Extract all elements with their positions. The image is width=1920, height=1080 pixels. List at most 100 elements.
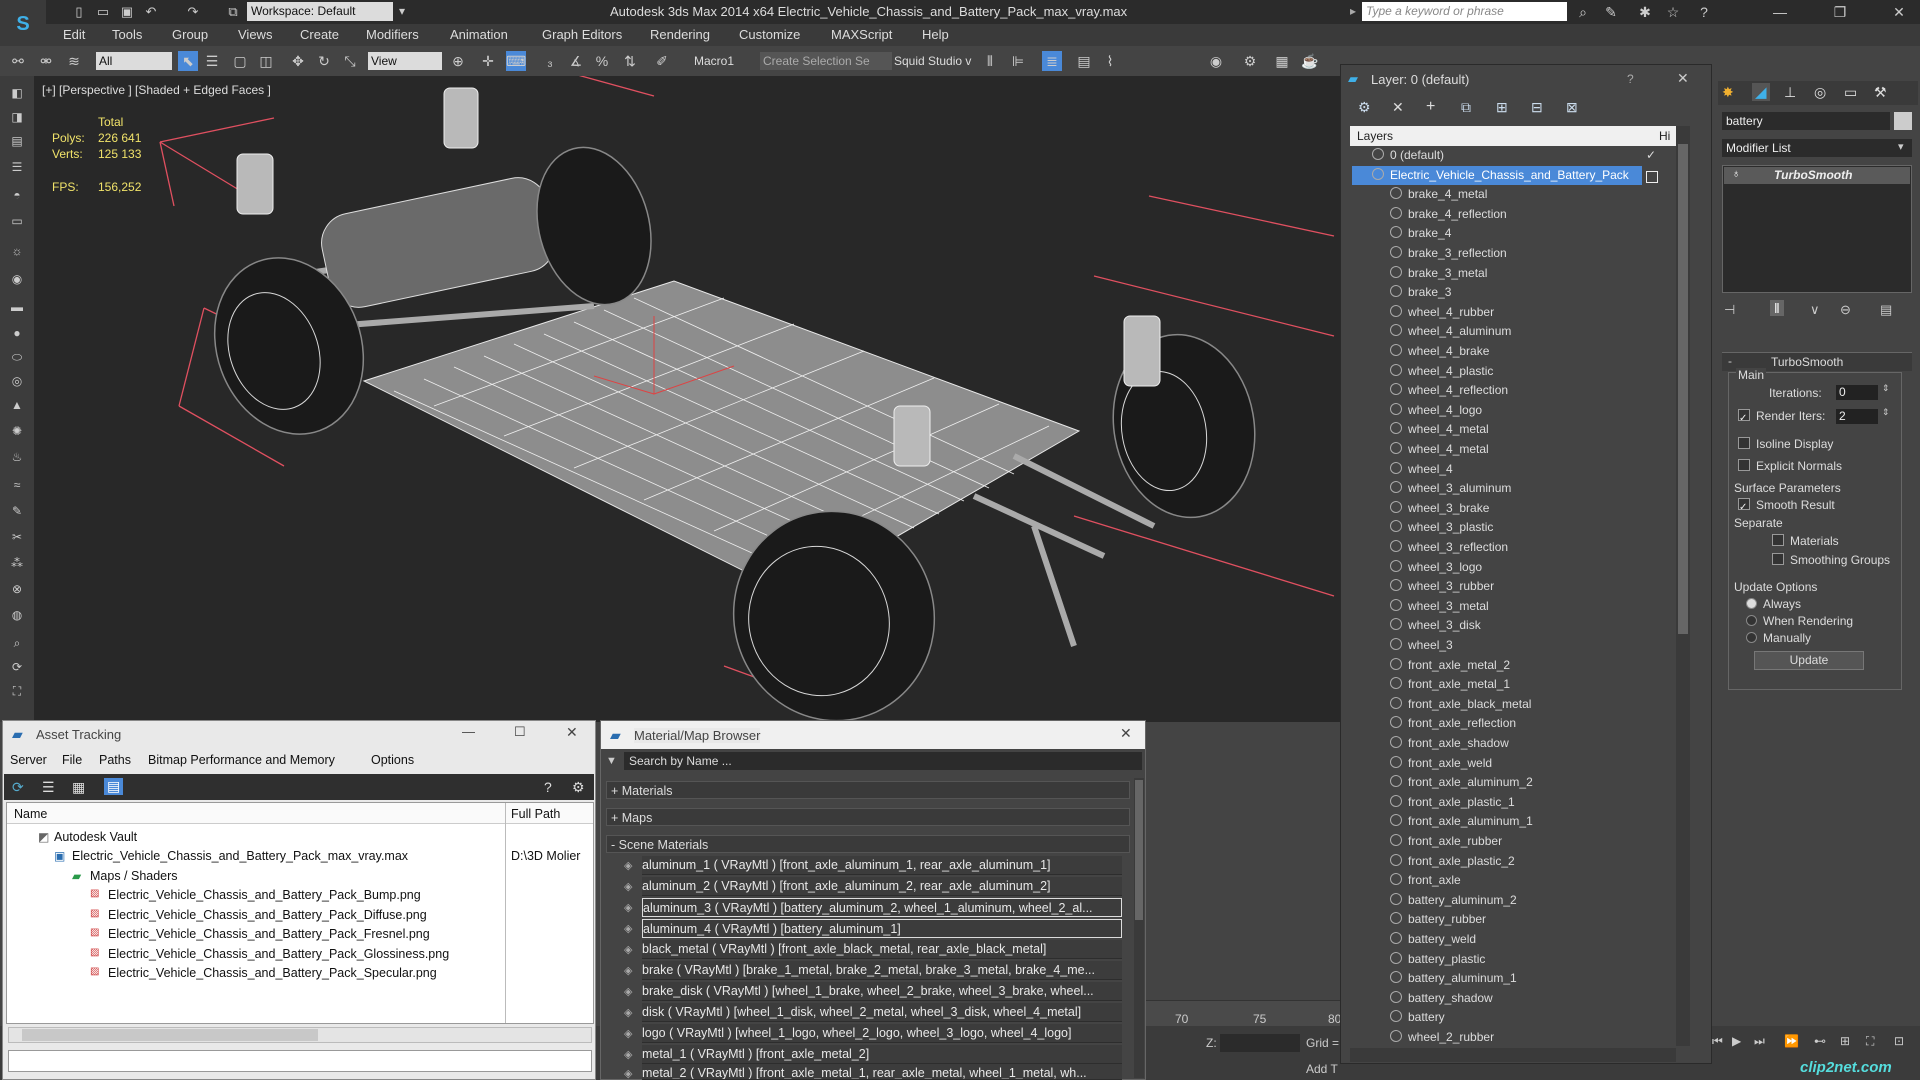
layer-close-icon[interactable]: ✕ [1677,70,1689,87]
layer-object-row[interactable]: wheel_3_reflection [1350,538,1672,557]
layer-object-row[interactable]: wheel_4_metal [1350,420,1672,439]
layer-object-row[interactable]: front_axle_aluminum_2 [1350,773,1672,792]
menu-customize[interactable]: Customize [739,27,800,42]
geosphere-tool-icon[interactable]: ✺ [7,424,27,442]
asset-close-icon[interactable]: ✕ [566,724,578,741]
layer-object-row[interactable]: front_axle_shadow [1350,734,1672,753]
menu-animation[interactable]: Animation [450,27,508,42]
layer-object-row[interactable]: wheel_2_rubber [1350,1028,1672,1047]
binoculars-icon[interactable]: ⌕ [1573,2,1593,22]
make-unique-icon[interactable]: ∨ [1810,302,1820,318]
zoom-tool-icon[interactable]: ⌕ [7,636,27,654]
material-row-aluminum-3[interactable]: aluminum_3 ( VRayMtl ) [battery_aluminum… [642,898,1122,917]
asset-row-fresnel[interactable]: Electric_Vehicle_Chassis_and_Battery_Pac… [108,927,430,941]
explicit-normals-checkbox[interactable]: Explicit Normals [1738,459,1842,473]
rendered-frame-icon[interactable]: ▦ [1272,51,1292,71]
menu-graph-editors[interactable]: Graph Editors [542,27,622,42]
align-icon[interactable]: ⊫ [1008,51,1028,71]
motion-tab-icon[interactable]: ◎ [1814,84,1826,101]
menu-modifiers[interactable]: Modifiers [366,27,419,42]
hierarchy-tab-icon[interactable]: ⊥ [1784,84,1796,101]
layer-object-row[interactable]: front_axle [1350,871,1672,890]
layer-object-row[interactable]: battery [1350,1008,1672,1027]
asset-menu-bitmap-performance[interactable]: Bitmap Performance and Memory [148,753,335,767]
material-row-metal-1[interactable]: metal_1 ( VRayMtl ) [front_axle_metal_2] [642,1045,1122,1064]
layer-object-row[interactable]: battery_aluminum_2 [1350,891,1672,910]
asset-row-max-file[interactable]: Electric_Vehicle_Chassis_and_Battery_Pac… [72,849,408,863]
spinner-snap-icon[interactable]: ⇅ [620,51,640,71]
layer-row-selected[interactable]: Electric_Vehicle_Chassis_and_Battery_Pac… [1352,165,1642,185]
percent-snap-icon[interactable]: % [592,51,612,71]
column-header-path[interactable]: Full Path [511,807,560,821]
asset-menu-paths[interactable]: Paths [99,753,131,767]
menu-maxscript[interactable]: MAXScript [831,27,892,42]
pivot-center-icon[interactable]: ⊕ [448,51,468,71]
add-time-tag-button[interactable]: Add T [1306,1062,1338,1076]
remove-modifier-icon[interactable]: ⊖ [1840,302,1851,318]
display-tab-icon[interactable]: ▭ [1844,84,1857,101]
layer-object-row[interactable]: battery_rubber [1350,910,1672,929]
layer-object-row[interactable]: wheel_4_plastic [1350,362,1672,381]
menu-group[interactable]: Group [172,27,208,42]
asset-row-glossiness[interactable]: Electric_Vehicle_Chassis_and_Battery_Pac… [108,947,449,961]
asset-help-icon[interactable]: ? [544,779,552,795]
menu-help[interactable]: Help [922,27,949,42]
asset-path-field[interactable] [8,1050,592,1072]
render-icon[interactable]: ☕ [1300,51,1320,71]
macro-label[interactable]: Macro1 [694,54,734,68]
select-tool-icon[interactable]: ◧ [7,86,27,104]
material-row-brake[interactable]: brake ( VRayMtl ) [brake_1_metal, brake_… [642,961,1122,980]
configure-sets-icon[interactable]: ▤ [1880,302,1892,318]
select-by-name-icon[interactable]: ☰ [202,51,222,71]
chevron-down-icon[interactable]: ▾ [1898,140,1904,153]
material-search-input[interactable]: Search by Name ... [624,752,1142,770]
layer-object-row[interactable]: wheel_3_aluminum [1350,479,1672,498]
squid-studio-label[interactable]: Squid Studio v [894,54,971,68]
layer-object-row[interactable]: battery_plastic [1350,950,1672,969]
highlight-layer-icon[interactable]: ⊟ [1531,99,1543,116]
asset-row-diffuse[interactable]: Electric_Vehicle_Chassis_and_Battery_Pac… [108,908,427,922]
chevron-down-icon[interactable]: ▾ [399,4,405,18]
layer-object-row[interactable]: front_axle_plastic_2 [1350,852,1672,871]
modify-tab-icon[interactable]: ◢ [1752,83,1770,101]
torus-tool-icon[interactable]: ◎ [7,374,27,392]
layer-explorer-icon[interactable]: ≣ [1042,51,1062,71]
curve-editor-icon[interactable]: ⌇ [1100,51,1120,71]
asset-row-specular[interactable]: Electric_Vehicle_Chassis_and_Battery_Pac… [108,966,437,980]
layer-object-row[interactable]: brake_3_reflection [1350,244,1672,263]
workspace-dropdown[interactable]: Workspace: Default [247,2,393,21]
layer-object-row[interactable]: wheel_4_rubber [1350,303,1672,322]
layer-object-row[interactable]: front_axle_aluminum_1 [1350,812,1672,831]
layer-object-row[interactable]: wheel_4_aluminum [1350,322,1672,341]
object-color-swatch[interactable] [1894,112,1912,130]
box-tool-icon[interactable]: ▬ [7,300,27,318]
unlink-icon[interactable]: ⚮ [36,51,56,71]
sphere-tool-icon[interactable]: ● [7,326,27,344]
cylinder-tool-icon[interactable]: ⬭ [7,350,27,368]
orbit-tool-icon[interactable]: ⟳ [7,660,27,678]
spinner-arrows-icon[interactable]: ⇕ [1882,407,1890,418]
modify-tool-icon[interactable]: ◨ [7,110,27,128]
layer-help-icon[interactable]: ? [1627,72,1634,86]
minimize-window-icon[interactable]: — [1770,2,1790,22]
play-icon[interactable]: ▶ [1732,1034,1741,1048]
tools-icon[interactable]: ✎ [1601,2,1621,22]
layer-object-row[interactable]: brake_4_reflection [1350,205,1672,224]
table-view-icon[interactable]: ▤ [104,778,124,795]
menu-edit[interactable]: Edit [63,27,85,42]
material-row-disk[interactable]: disk ( VRayMtl ) [wheel_1_disk, wheel_2_… [642,1003,1122,1022]
create-layer-icon[interactable]: + [1426,98,1435,116]
goto-start-icon[interactable]: ⏮ [1712,1034,1723,1049]
helper-tool-icon[interactable]: ◉ [7,272,27,290]
help-icon[interactable]: ? [1694,2,1714,22]
column-header-name[interactable]: Name [14,807,47,821]
field-of-view-icon[interactable]: ⛶ [1866,1034,1874,1049]
isoline-display-checkbox[interactable]: Isoline Display [1738,437,1833,451]
hide-toggle-icon[interactable] [1646,171,1658,183]
layer-object-row[interactable]: wheel_4_logo [1350,401,1672,420]
layer-scrollbar-thumb[interactable] [1678,144,1688,634]
asset-menu-server[interactable]: Server [10,753,47,767]
update-when-rendering-radio[interactable]: When Rendering [1746,614,1853,628]
material-row-black-metal[interactable]: black_metal ( VRayMtl ) [front_axle_blac… [642,940,1122,959]
material-row-logo[interactable]: logo ( VRayMtl ) [wheel_1_logo, wheel_2_… [642,1024,1122,1043]
